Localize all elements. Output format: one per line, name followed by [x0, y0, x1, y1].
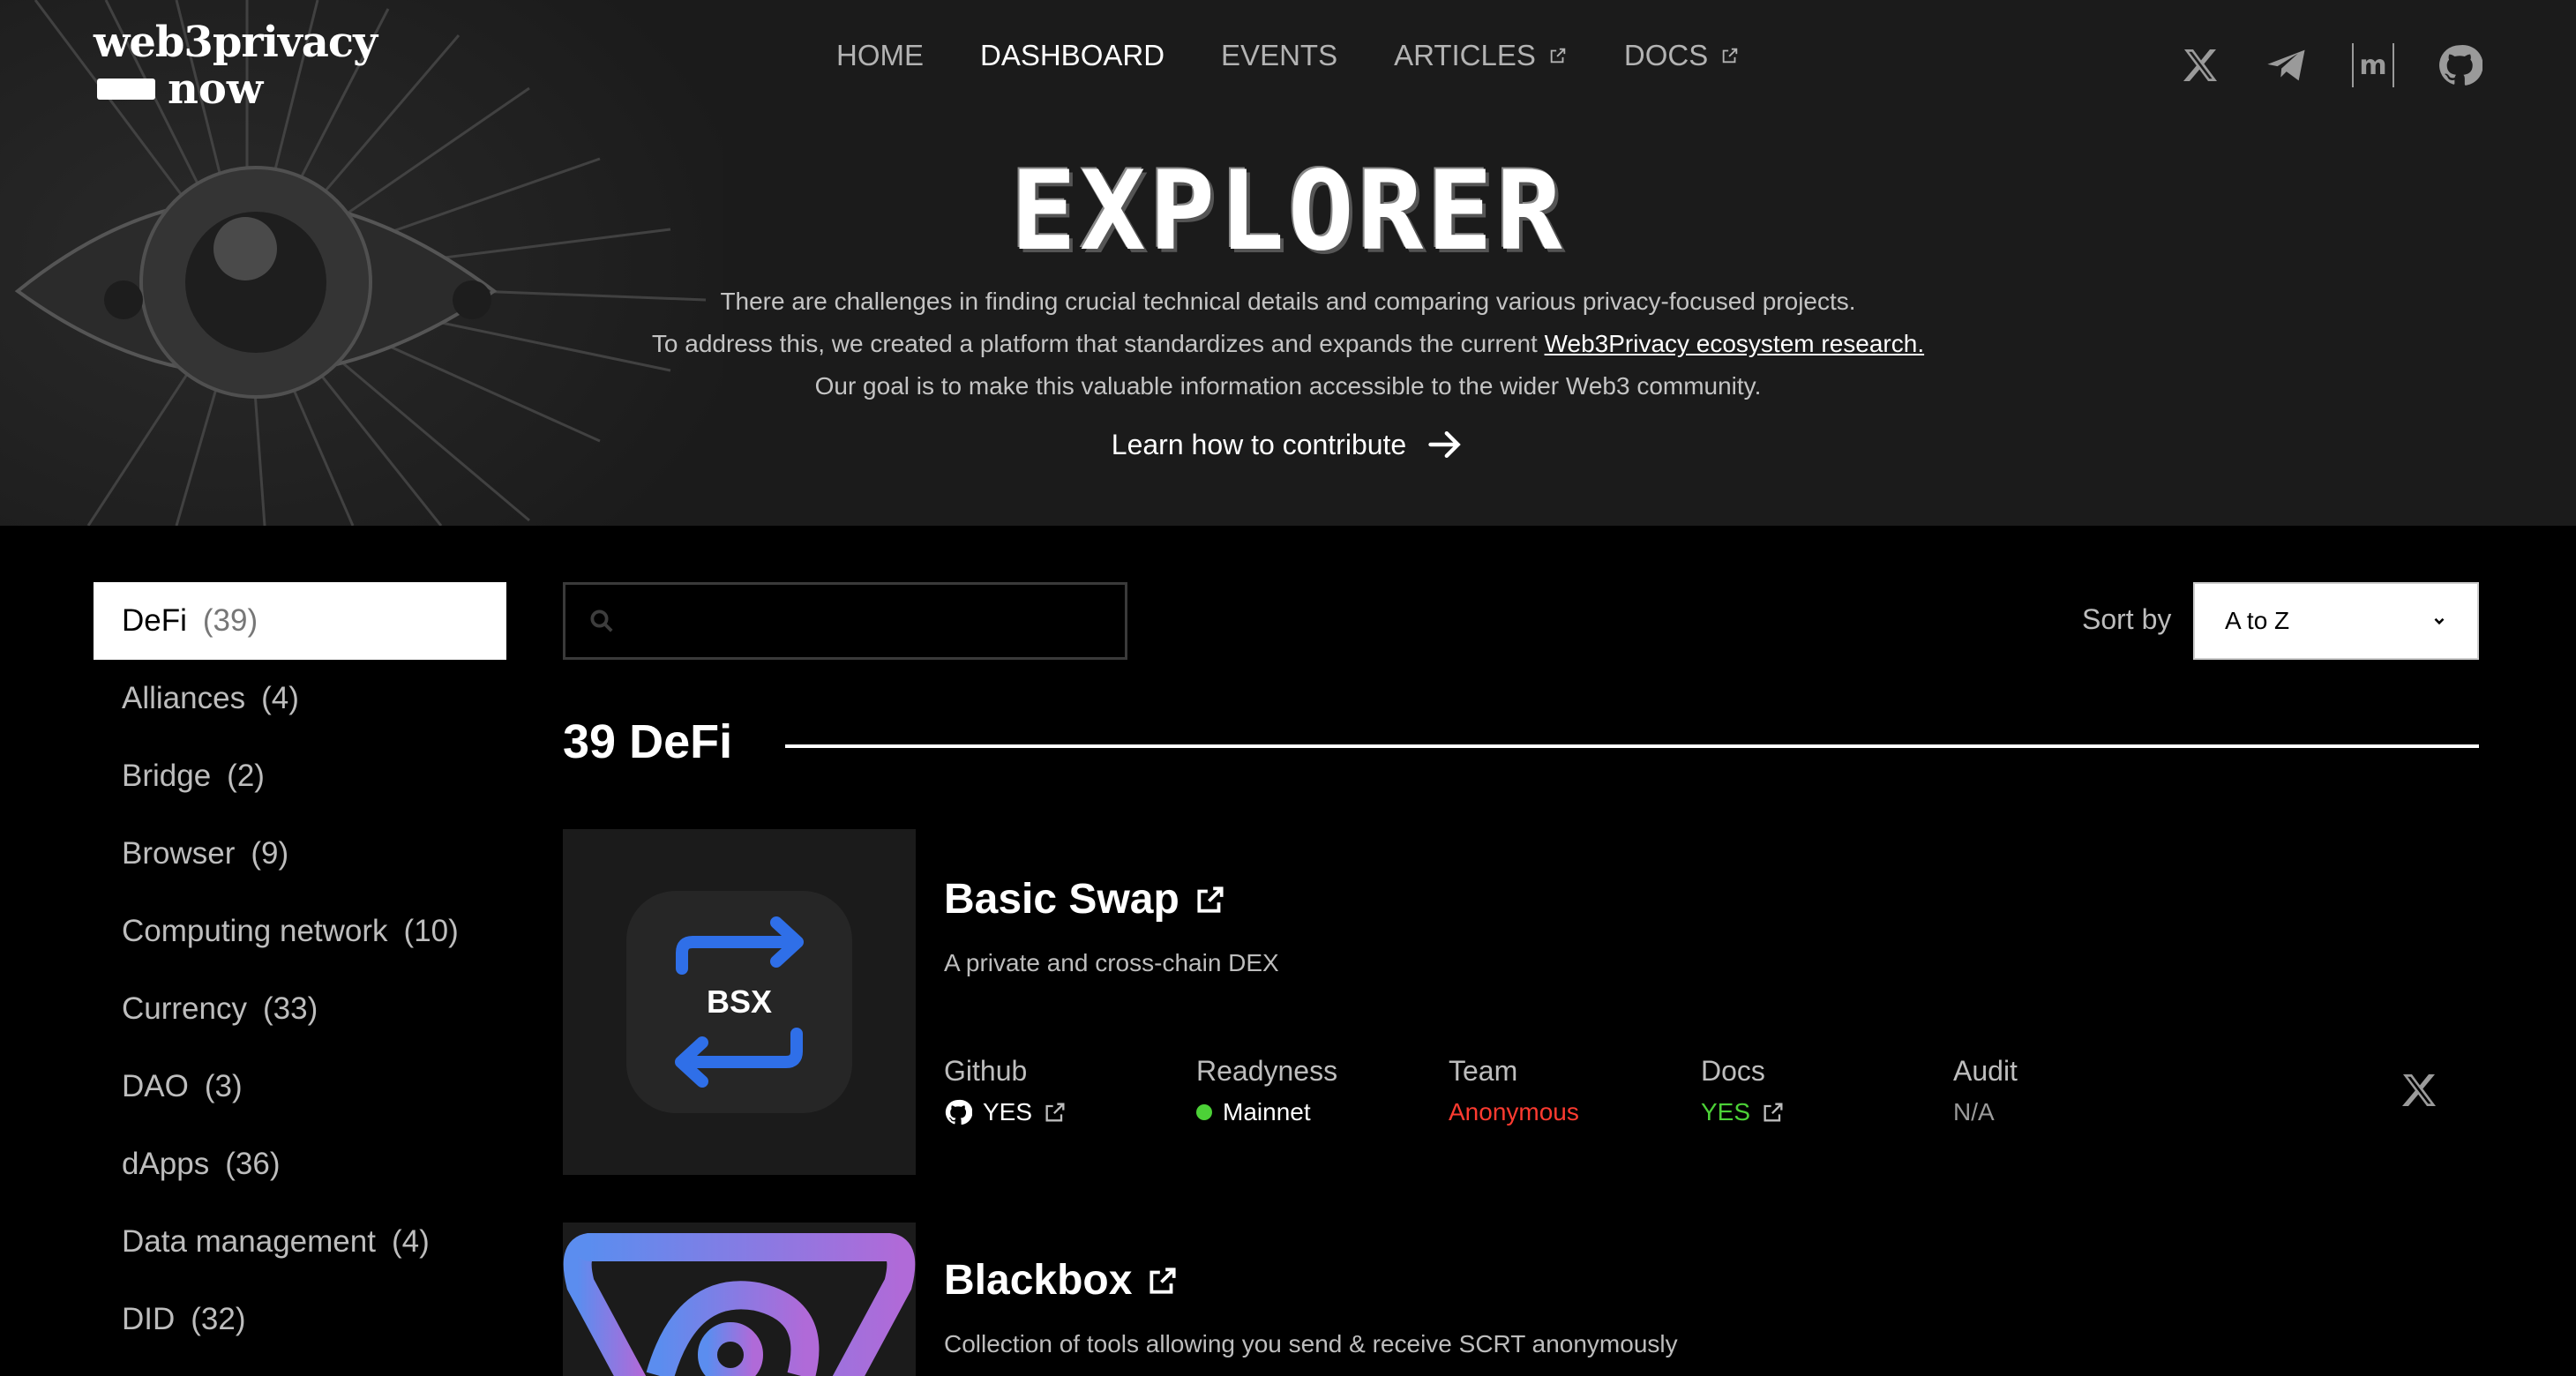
section-header: 39 DeFi — [563, 714, 732, 769]
category-browser[interactable]: Browser (9) — [94, 815, 506, 893]
contribute-label: Learn how to contribute — [1111, 428, 1407, 460]
team-value: Anonymous — [1449, 1098, 1579, 1125]
matrix-icon[interactable]: m — [2350, 42, 2396, 88]
hero-banner: web3privacy now HOME DASHBOARD EVENTS AR… — [0, 0, 2576, 526]
project-meta: Github YES Readyness Mainnet Team Anonym… — [944, 1055, 2205, 1126]
research-link[interactable]: Web3Privacy ecosystem research. — [1545, 330, 1925, 357]
sort-value: A to Z — [2225, 607, 2290, 634]
nav-articles[interactable]: ARTICLES — [1394, 39, 1568, 72]
logo-bar — [97, 79, 155, 100]
github-header: Github — [944, 1055, 1028, 1087]
category-dapps[interactable]: dApps (36) — [94, 1125, 506, 1203]
github-value[interactable]: YES — [944, 1098, 1196, 1126]
main-nav: HOME DASHBOARD EVENTS ARTICLES DOCS — [836, 39, 1740, 72]
section-divider — [785, 744, 2479, 748]
external-link-icon — [1149, 1267, 1176, 1294]
chevron-down-icon — [2434, 617, 2445, 625]
site-logo[interactable]: web3privacy now — [94, 18, 378, 114]
category-bridge[interactable]: Bridge (2) — [94, 737, 506, 815]
arrow-right-icon — [1428, 430, 1461, 459]
project-description: A private and cross-chain DEX — [944, 949, 1279, 976]
project-logo: BSX — [563, 829, 916, 1175]
intro-line-1: There are challenges in finding crucial … — [720, 288, 1856, 315]
project-card[interactable]: BSX Basic Swap A private and cross-chain… — [563, 829, 2479, 1175]
external-link-icon — [1550, 48, 1566, 64]
nav-docs[interactable]: DOCS — [1624, 39, 1740, 72]
category-computing-network[interactable]: Computing network (10) — [94, 893, 506, 970]
nav-events[interactable]: EVENTS — [1221, 39, 1337, 72]
audit-header: Audit — [1953, 1055, 2018, 1087]
project-logo — [563, 1223, 916, 1376]
category-data-management[interactable]: Data management (4) — [94, 1203, 506, 1281]
section-title: 39 DeFi — [563, 715, 733, 768]
logo-line-1: web3privacy — [94, 18, 378, 67]
logo-line-2: now — [168, 64, 264, 114]
sort-label: Sort by — [2082, 603, 2172, 635]
intro-line-3: Our goal is to make this valuable inform… — [814, 372, 1762, 400]
category-defi[interactable]: DeFi (39) — [94, 582, 506, 660]
sort-select[interactable]: A to Z — [2193, 582, 2479, 660]
search-icon — [590, 609, 613, 632]
category-dao[interactable]: DAO (3) — [94, 1048, 506, 1125]
x-icon[interactable] — [2177, 42, 2223, 88]
readyness-header: Readyness — [1196, 1055, 1338, 1087]
nav-dashboard[interactable]: DASHBOARD — [980, 39, 1164, 72]
nav-home[interactable]: HOME — [836, 39, 924, 72]
category-did[interactable]: DID (32) — [94, 1281, 506, 1358]
audit-value: N/A — [1953, 1098, 1995, 1125]
category-currency[interactable]: Currency (33) — [94, 970, 506, 1048]
category-sidebar: DeFi (39) Alliances (4) Bridge (2) Browser(… — [94, 582, 506, 1358]
project-name[interactable]: Blackbox — [944, 1256, 1179, 1305]
external-link-icon — [1045, 1103, 1065, 1122]
project-card[interactable]: Blackbox Collection of tools allowing yo… — [563, 1223, 2479, 1376]
external-link-icon — [1722, 48, 1738, 64]
project-name[interactable]: Basic Swap — [944, 875, 1227, 924]
page-title: EXPLORER — [1010, 148, 1566, 275]
readyness-value: Mainnet — [1196, 1098, 1449, 1126]
github-icon[interactable] — [2437, 42, 2482, 88]
search-input[interactable] — [615, 585, 1125, 657]
x-icon[interactable] — [2398, 1069, 2440, 1116]
social-links: m — [2177, 42, 2482, 88]
intro-line-2: To address this, we created a platform t… — [651, 330, 1545, 357]
category-alliances[interactable]: Alliances (4) — [94, 660, 506, 737]
status-dot — [1196, 1104, 1212, 1120]
search-box[interactable] — [563, 582, 1127, 660]
docs-header: Docs — [1701, 1055, 1765, 1087]
intro-text: There are challenges in finding crucial … — [0, 280, 2576, 408]
contribute-link[interactable]: Learn how to contribute — [0, 425, 2576, 464]
external-link-icon — [1197, 886, 1224, 913]
bsx-logo-text: BSX — [707, 983, 772, 1020]
telegram-icon[interactable] — [2264, 42, 2310, 88]
project-description: Collection of tools allowing you send & … — [944, 1330, 1678, 1357]
external-link-icon — [1764, 1103, 1783, 1122]
team-header: Team — [1449, 1055, 1518, 1087]
docs-value[interactable]: YES — [1701, 1098, 1953, 1126]
github-icon — [945, 1099, 972, 1125]
